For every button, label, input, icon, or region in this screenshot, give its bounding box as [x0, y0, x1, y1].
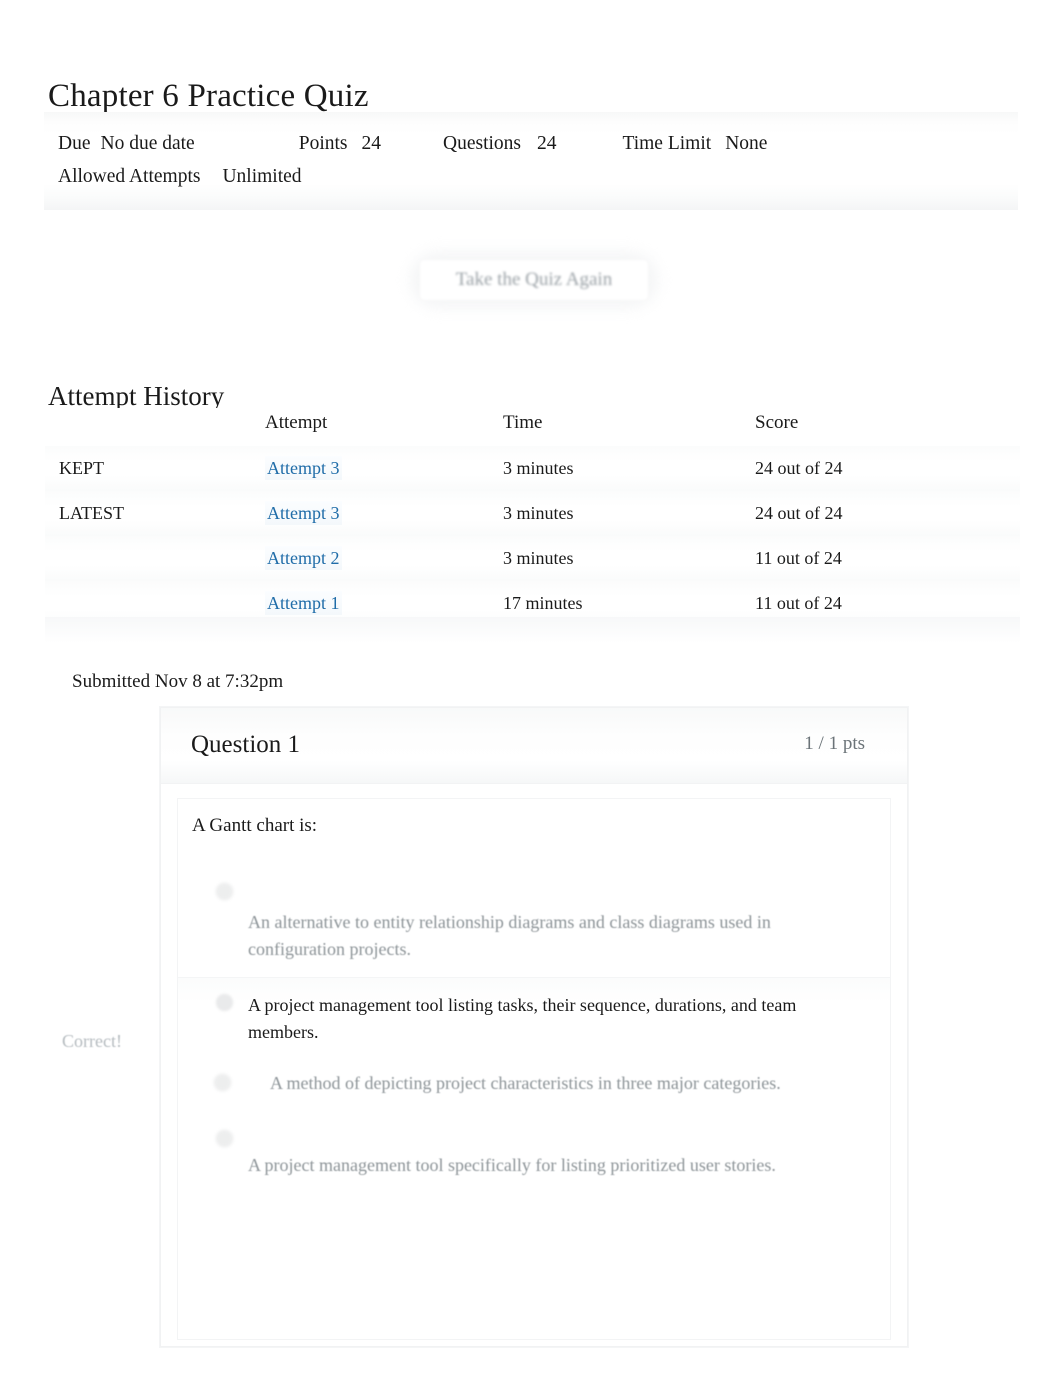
question-header: Question 1 1 / 1 pts [161, 708, 907, 784]
attempt-time: 3 minutes [503, 548, 574, 568]
allowed-attempts-value: Unlimited [222, 166, 302, 187]
answer-text: A project management tool specifically f… [248, 1155, 776, 1175]
answer-text: An alternative to entity relationship di… [248, 912, 771, 959]
radio-button-icon[interactable] [216, 994, 233, 1011]
answer-option-3[interactable]: A method of depicting project characteri… [178, 1060, 890, 1118]
attempt-link[interactable]: Attempt 1 [265, 591, 342, 615]
question-prompt: A Gantt chart is: [192, 815, 318, 836]
column-header-score: Score [755, 408, 1020, 446]
attempt-cell: Attempt 2 [265, 536, 503, 581]
question-container: Question 1 1 / 1 pts A Gantt chart is: A… [160, 707, 908, 1347]
attempt-score: 24 out of 24 [755, 503, 843, 523]
answer-option-1[interactable]: An alternative to entity relationship di… [178, 873, 890, 977]
attempt-time: 3 minutes [503, 503, 574, 523]
attempt-score: 11 out of 24 [755, 548, 842, 568]
due-value: No due date [100, 133, 195, 154]
attempt-tag [45, 536, 265, 581]
attempt-tag: LATEST [59, 503, 124, 523]
time-limit-label: Time Limit [622, 133, 712, 154]
attempt-link[interactable]: Attempt 3 [265, 456, 342, 480]
quiz-meta-band: Due No due date Points 24 Questions 24 Time Li… [44, 112, 1018, 210]
answer-list: An alternative to entity relationship di… [178, 873, 890, 1193]
allowed-attempts-label: Allowed Attempts [58, 166, 201, 187]
attempt-cell: Attempt 3 [265, 446, 503, 491]
time-limit-value: None [725, 133, 768, 154]
table-row: KEPT Attempt 3 3 minutes 24 out of 24 [45, 446, 1020, 491]
answer-option-2[interactable]: A project management tool listing tasks,… [178, 977, 890, 1060]
submission-timestamp: Submitted Nov 8 at 7:32pm [72, 671, 284, 692]
attempt-history-head: Attempt Time Score [45, 408, 1020, 446]
attempt-score: 24 out of 24 [755, 458, 843, 478]
radio-button-icon[interactable] [216, 1130, 233, 1147]
answer-text: A method of depicting project characteri… [270, 1073, 781, 1093]
question-points: 1 / 1 pts [804, 733, 865, 754]
radio-button-icon[interactable] [216, 883, 233, 900]
attempt-history-footer-band [45, 617, 1020, 643]
table-row: LATEST Attempt 3 3 minutes 24 out of 24 [45, 491, 1020, 536]
attempt-history-table: Attempt Time Score KEPT Attempt 3 3 minu… [45, 408, 1020, 626]
attempt-time: 3 minutes [503, 458, 574, 478]
quiz-meta-row-secondary: Allowed Attempts Unlimited [58, 163, 302, 190]
radio-button-icon[interactable] [214, 1074, 231, 1091]
column-header-tag [45, 408, 265, 446]
table-row: Attempt 2 3 minutes 11 out of 24 [45, 536, 1020, 581]
points-label: Points [298, 133, 348, 154]
column-header-attempt: Attempt [265, 408, 503, 446]
quiz-meta-row-primary: Due No due date Points 24 Questions 24 Time Li… [58, 130, 767, 157]
correct-answer-flag: Correct! [62, 1031, 122, 1051]
retake-quiz-area: Take the Quiz Again [410, 252, 658, 308]
attempt-history-body: KEPT Attempt 3 3 minutes 24 out of 24 LA… [45, 446, 1020, 626]
attempt-tag: KEPT [59, 458, 104, 478]
take-quiz-again-button[interactable]: Take the Quiz Again [420, 260, 648, 300]
question-body: A Gantt chart is: An alternative to enti… [177, 798, 891, 1340]
answer-text: A project management tool listing tasks,… [248, 995, 797, 1042]
questions-label: Questions [443, 133, 521, 154]
answer-option-4[interactable]: A project management tool specifically f… [178, 1118, 890, 1193]
due-label: Due [58, 133, 91, 154]
quiz-results-page: Chapter 6 Practice Quiz Due No due date Po… [0, 0, 1062, 1377]
attempt-link[interactable]: Attempt 2 [265, 546, 342, 570]
question-title: Question 1 [191, 731, 301, 758]
attempt-cell: Attempt 3 [265, 491, 503, 536]
table-header-row: Attempt Time Score [45, 408, 1020, 446]
questions-value: 24 [537, 133, 557, 154]
column-header-time: Time [503, 408, 755, 446]
attempt-link[interactable]: Attempt 3 [265, 501, 342, 525]
points-value: 24 [361, 133, 382, 154]
